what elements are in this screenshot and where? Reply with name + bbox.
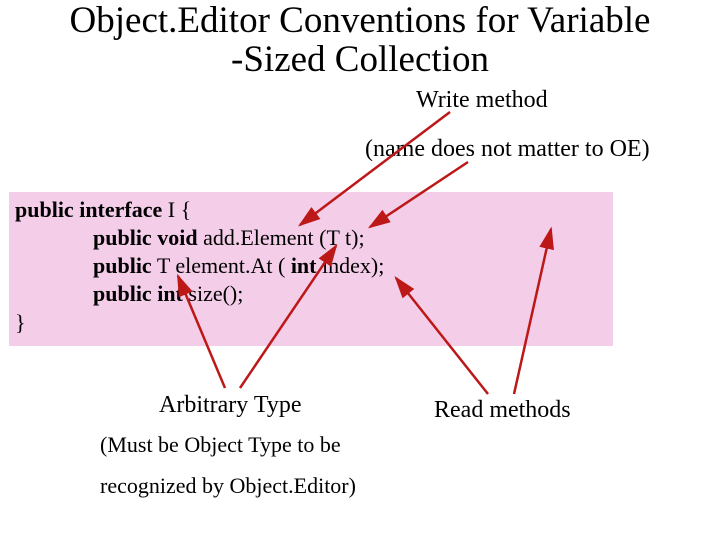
read-methods-label: Read methods [434,397,571,424]
arbitrary-type-label: Arbitrary Type [159,392,302,419]
recognized-label: recognized by Object.Editor) [100,473,356,499]
title-line-1: Object.Editor Conventions for Variable [70,0,651,41]
slide: Object.Editor Conventions for Variable -… [0,0,720,540]
code-line-2: public void add.Element (T t); [15,224,607,252]
keyword-public-4: public [93,281,152,306]
code-block: public interface I { public void add.Ele… [9,192,613,346]
code-line-4: public int size(); [15,280,607,308]
keyword-int-2: int [157,281,183,306]
keyword-interface: interface [79,197,162,222]
code-line-1: public interface I { [15,196,607,224]
add-method: add.Element (T t); [203,225,365,250]
name-note-label: (name does not matter to OE) [365,136,650,163]
element-at-pre: T element.At ( [157,253,286,278]
size-method: size(); [188,281,243,306]
must-be-label: (Must be Object Type to be [100,432,341,458]
slide-title: Object.Editor Conventions for Variable -… [0,2,720,80]
interface-name: I { [168,197,191,222]
title-line-2: -Sized Collection [0,41,720,80]
keyword-public-3: public [93,253,152,278]
keyword-int: int [291,253,317,278]
code-line-3: public T element.At ( int index); [15,252,607,280]
keyword-public-2: public [93,225,152,250]
keyword-void: void [157,225,197,250]
keyword-public: public [15,197,74,222]
element-at-post: index); [322,253,384,278]
write-method-label: Write method [416,87,548,114]
code-line-5: } [15,309,607,337]
